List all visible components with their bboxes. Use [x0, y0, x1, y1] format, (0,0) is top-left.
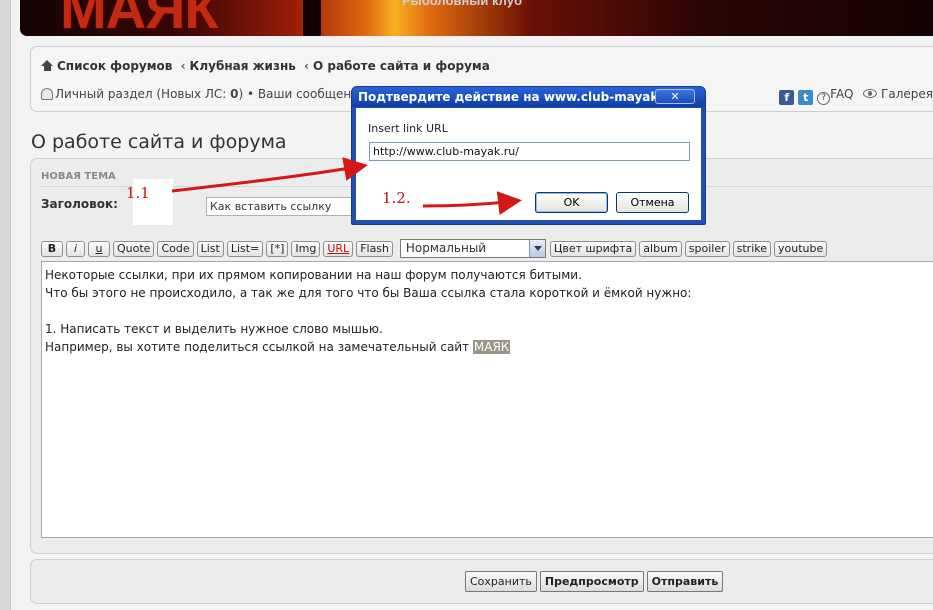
annotation-arrows	[171, 157, 522, 215]
arrow-to-url-input	[171, 157, 368, 193]
arrow-to-ok-button	[422, 191, 522, 215]
